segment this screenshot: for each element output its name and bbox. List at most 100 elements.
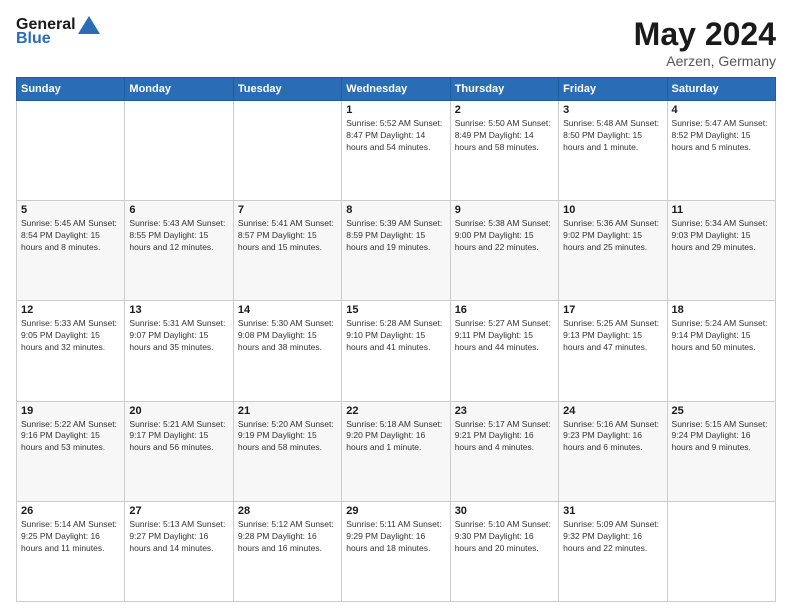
day-info: Sunrise: 5:13 AM Sunset: 9:27 PM Dayligh… [129, 519, 228, 555]
calendar-cell: 16 Sunrise: 5:27 AM Sunset: 9:11 PM Dayli… [450, 301, 558, 401]
col-tuesday: Tuesday [233, 78, 341, 101]
day-info: Sunrise: 5:09 AM Sunset: 9:32 PM Dayligh… [563, 519, 662, 555]
day-info: Sunrise: 5:52 AM Sunset: 8:47 PM Dayligh… [346, 118, 445, 154]
day-number: 5 [21, 204, 120, 216]
day-info: Sunrise: 5:18 AM Sunset: 9:20 PM Dayligh… [346, 419, 445, 455]
day-number: 14 [238, 304, 337, 316]
day-info: Sunrise: 5:10 AM Sunset: 9:30 PM Dayligh… [455, 519, 554, 555]
day-number: 28 [238, 505, 337, 517]
title-month: May 2024 [634, 16, 776, 53]
week-row-3: 19 Sunrise: 5:22 AM Sunset: 9:16 PM Dayli… [17, 401, 776, 501]
calendar-cell: 11 Sunrise: 5:34 AM Sunset: 9:03 PM Dayli… [667, 201, 775, 301]
day-info: Sunrise: 5:22 AM Sunset: 9:16 PM Dayligh… [21, 419, 120, 455]
day-info: Sunrise: 5:15 AM Sunset: 9:24 PM Dayligh… [672, 419, 771, 455]
calendar-cell: 3Sunrise: 5:48 AM Sunset: 8:50 PM Daylig… [559, 101, 667, 201]
day-number: 17 [563, 304, 662, 316]
day-info: Sunrise: 5:47 AM Sunset: 8:52 PM Dayligh… [672, 118, 771, 154]
calendar-cell: 12 Sunrise: 5:33 AM Sunset: 9:05 PM Dayli… [17, 301, 125, 401]
day-number: 31 [563, 505, 662, 517]
day-info: Sunrise: 5:14 AM Sunset: 9:25 PM Dayligh… [21, 519, 120, 555]
header: General Blue May 2024 Aerzen, Germany [16, 16, 776, 69]
day-number: 19 [21, 405, 120, 417]
week-row-2: 12 Sunrise: 5:33 AM Sunset: 9:05 PM Dayli… [17, 301, 776, 401]
day-number: 30 [455, 505, 554, 517]
logo-icon [78, 16, 100, 34]
day-number: 16 [455, 304, 554, 316]
day-number: 1 [346, 104, 445, 116]
calendar-cell: 15 Sunrise: 5:28 AM Sunset: 9:10 PM Dayli… [342, 301, 450, 401]
day-info: Sunrise: 5:27 AM Sunset: 9:11 PM Dayligh… [455, 318, 554, 354]
day-number: 22 [346, 405, 445, 417]
col-monday: Monday [125, 78, 233, 101]
col-friday: Friday [559, 78, 667, 101]
logo: General Blue [16, 16, 100, 48]
col-wednesday: Wednesday [342, 78, 450, 101]
week-row-4: 26 Sunrise: 5:14 AM Sunset: 9:25 PM Dayli… [17, 501, 776, 601]
day-number: 11 [672, 204, 771, 216]
calendar-cell: 19 Sunrise: 5:22 AM Sunset: 9:16 PM Dayli… [17, 401, 125, 501]
calendar-cell: 24Sunrise: 5:16 AM Sunset: 9:23 PM Dayli… [559, 401, 667, 501]
calendar-cell: 5 Sunrise: 5:45 AM Sunset: 8:54 PM Daylig… [17, 201, 125, 301]
day-number: 23 [455, 405, 554, 417]
calendar-cell: 31 Sunrise: 5:09 AM Sunset: 9:32 PM Dayli… [559, 501, 667, 601]
calendar-cell [125, 101, 233, 201]
day-info: Sunrise: 5:48 AM Sunset: 8:50 PM Dayligh… [563, 118, 662, 154]
calendar-cell: 23 Sunrise: 5:17 AM Sunset: 9:21 PM Dayli… [450, 401, 558, 501]
calendar-cell: 10 Sunrise: 5:36 AM Sunset: 9:02 PM Dayli… [559, 201, 667, 301]
day-info: Sunrise: 5:30 AM Sunset: 9:08 PM Dayligh… [238, 318, 337, 354]
col-saturday: Saturday [667, 78, 775, 101]
calendar-cell: 2 Sunrise: 5:50 AM Sunset: 8:49 PM Daylig… [450, 101, 558, 201]
day-info: Sunrise: 5:36 AM Sunset: 9:02 PM Dayligh… [563, 218, 662, 254]
col-sunday: Sunday [17, 78, 125, 101]
day-info: Sunrise: 5:34 AM Sunset: 9:03 PM Dayligh… [672, 218, 771, 254]
calendar-header-row: Sunday Monday Tuesday Wednesday Thursday… [17, 78, 776, 101]
day-number: 18 [672, 304, 771, 316]
col-thursday: Thursday [450, 78, 558, 101]
day-number: 7 [238, 204, 337, 216]
calendar-cell: 1 Sunrise: 5:52 AM Sunset: 8:47 PM Daylig… [342, 101, 450, 201]
calendar-cell [667, 501, 775, 601]
day-info: Sunrise: 5:39 AM Sunset: 8:59 PM Dayligh… [346, 218, 445, 254]
logo-blue: Blue [16, 30, 51, 48]
calendar-cell: 4Sunrise: 5:47 AM Sunset: 8:52 PM Daylig… [667, 101, 775, 201]
day-number: 2 [455, 104, 554, 116]
day-info: Sunrise: 5:17 AM Sunset: 9:21 PM Dayligh… [455, 419, 554, 455]
calendar-cell: 30 Sunrise: 5:10 AM Sunset: 9:30 PM Dayli… [450, 501, 558, 601]
day-number: 12 [21, 304, 120, 316]
day-info: Sunrise: 5:38 AM Sunset: 9:00 PM Dayligh… [455, 218, 554, 254]
day-number: 10 [563, 204, 662, 216]
day-info: Sunrise: 5:45 AM Sunset: 8:54 PM Dayligh… [21, 218, 120, 254]
day-info: Sunrise: 5:21 AM Sunset: 9:17 PM Dayligh… [129, 419, 228, 455]
calendar-cell [17, 101, 125, 201]
day-info: Sunrise: 5:24 AM Sunset: 9:14 PM Dayligh… [672, 318, 771, 354]
day-number: 8 [346, 204, 445, 216]
day-info: Sunrise: 5:25 AM Sunset: 9:13 PM Dayligh… [563, 318, 662, 354]
day-info: Sunrise: 5:31 AM Sunset: 9:07 PM Dayligh… [129, 318, 228, 354]
day-number: 15 [346, 304, 445, 316]
calendar-cell: 13 Sunrise: 5:31 AM Sunset: 9:07 PM Dayli… [125, 301, 233, 401]
day-number: 27 [129, 505, 228, 517]
day-info: Sunrise: 5:33 AM Sunset: 9:05 PM Dayligh… [21, 318, 120, 354]
day-info: Sunrise: 5:20 AM Sunset: 9:19 PM Dayligh… [238, 419, 337, 455]
day-number: 9 [455, 204, 554, 216]
day-info: Sunrise: 5:50 AM Sunset: 8:49 PM Dayligh… [455, 118, 554, 154]
calendar-cell: 9 Sunrise: 5:38 AM Sunset: 9:00 PM Daylig… [450, 201, 558, 301]
week-row-0: 1 Sunrise: 5:52 AM Sunset: 8:47 PM Daylig… [17, 101, 776, 201]
calendar-cell: 28 Sunrise: 5:12 AM Sunset: 9:28 PM Dayli… [233, 501, 341, 601]
day-info: Sunrise: 5:41 AM Sunset: 8:57 PM Dayligh… [238, 218, 337, 254]
day-number: 26 [21, 505, 120, 517]
calendar-cell: 20Sunrise: 5:21 AM Sunset: 9:17 PM Dayli… [125, 401, 233, 501]
day-info: Sunrise: 5:11 AM Sunset: 9:29 PM Dayligh… [346, 519, 445, 555]
calendar-cell: 22 Sunrise: 5:18 AM Sunset: 9:20 PM Dayli… [342, 401, 450, 501]
day-number: 13 [129, 304, 228, 316]
day-number: 6 [129, 204, 228, 216]
calendar-cell: 17 Sunrise: 5:25 AM Sunset: 9:13 PM Dayli… [559, 301, 667, 401]
calendar-cell: 29Sunrise: 5:11 AM Sunset: 9:29 PM Dayli… [342, 501, 450, 601]
calendar-cell: 6Sunrise: 5:43 AM Sunset: 8:55 PM Daylig… [125, 201, 233, 301]
calendar-cell: 26 Sunrise: 5:14 AM Sunset: 9:25 PM Dayli… [17, 501, 125, 601]
day-info: Sunrise: 5:12 AM Sunset: 9:28 PM Dayligh… [238, 519, 337, 555]
page: General Blue May 2024 Aerzen, Germany Su… [0, 0, 792, 612]
calendar-cell: 18 Sunrise: 5:24 AM Sunset: 9:14 PM Dayli… [667, 301, 775, 401]
day-info: Sunrise: 5:28 AM Sunset: 9:10 PM Dayligh… [346, 318, 445, 354]
title-block: May 2024 Aerzen, Germany [634, 16, 776, 69]
